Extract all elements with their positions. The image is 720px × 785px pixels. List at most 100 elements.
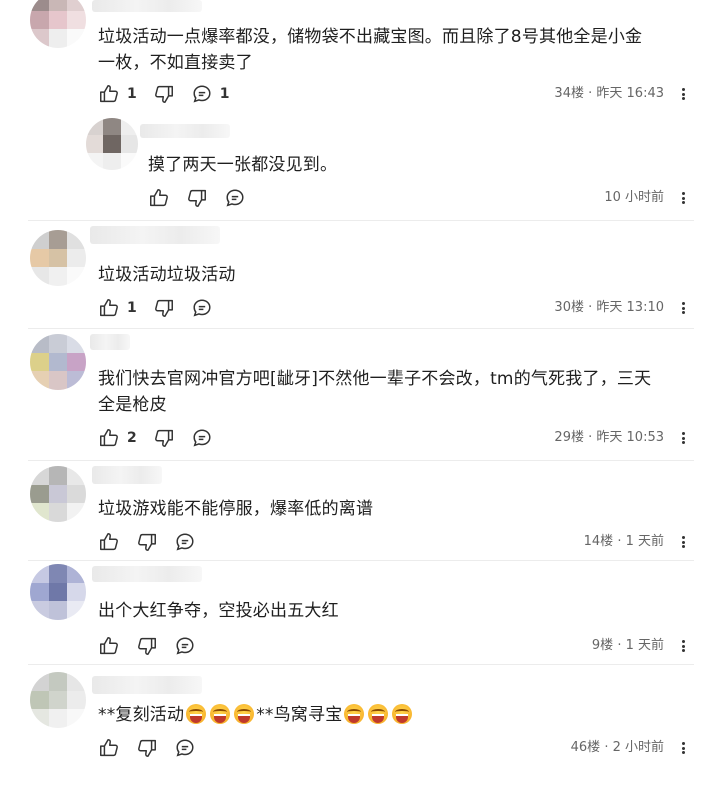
reply-button[interactable] [191, 427, 213, 449]
avatar[interactable] [30, 334, 86, 390]
comment-meta: 34楼 · 昨天 16:43 [554, 82, 664, 106]
avatar-pixel [48, 230, 68, 249]
dislike-button[interactable] [153, 83, 175, 105]
like-button[interactable]: 1 [98, 83, 137, 105]
like-button[interactable] [98, 635, 120, 657]
comment-item: 垃圾活动垃圾活动 1 30楼 · 昨天 13:10 [0, 220, 720, 328]
username-blurred [90, 334, 130, 350]
thumbs-up-icon [100, 533, 118, 551]
avatar-pixel [30, 334, 49, 353]
avatar-pixel [48, 10, 68, 30]
more-button[interactable] [676, 530, 690, 554]
reply-bubble-icon [176, 637, 194, 655]
like-button[interactable] [98, 737, 120, 759]
grin-emoji-icon [210, 704, 231, 724]
comment-item: **复刻活动 **鸟窝寻宝 46楼 · 2 小时前 [0, 664, 720, 785]
avatar[interactable] [30, 564, 86, 620]
comment-meta: 29楼 · 昨天 10:53 [554, 426, 664, 450]
floor-number: 29楼 [554, 430, 584, 445]
grin-emoji-icon [234, 704, 255, 724]
avatar[interactable] [86, 118, 138, 170]
reply-button[interactable] [224, 187, 246, 209]
avatar-pixel [30, 564, 49, 583]
avatar-pixel [48, 352, 68, 372]
dislike-button[interactable] [153, 427, 175, 449]
grin-emoji-icon [368, 704, 389, 724]
comment-text: 垃圾活动一点爆率都没，储物袋不出藏宝图。而且除了8号其他全是小金 一枚，不如直接… [98, 27, 643, 73]
more-button[interactable] [676, 186, 690, 210]
thumbs-up-icon [100, 85, 118, 103]
dislike-button[interactable] [136, 531, 158, 553]
dislike-button[interactable] [136, 737, 158, 759]
more-button[interactable] [676, 736, 690, 760]
avatar-pixel [67, 564, 86, 583]
dislike-button[interactable] [136, 635, 158, 657]
avatar-pixel [120, 152, 138, 170]
avatar-pixel [30, 709, 49, 728]
comment-actions [98, 736, 212, 760]
timestamp: 2 小时前 [612, 740, 664, 755]
reply-bubble-icon [193, 85, 211, 103]
reply-bubble-icon [193, 299, 211, 317]
more-button[interactable] [676, 82, 690, 106]
comment-meta: 10 小时前 [604, 186, 664, 210]
avatar-pixel [67, 466, 86, 485]
like-button[interactable]: 1 [98, 297, 137, 319]
thumbs-down-icon [154, 85, 173, 103]
dislike-button[interactable] [186, 187, 208, 209]
like-button[interactable] [98, 531, 120, 553]
more-vertical-icon [681, 741, 685, 756]
comment-meta: 46楼 · 2 小时前 [571, 736, 664, 760]
avatar-pixel [48, 248, 68, 268]
avatar-pixel [48, 709, 68, 728]
avatar[interactable] [30, 0, 86, 48]
avatar-pixel [67, 601, 86, 620]
grin-emoji-icon [186, 704, 207, 724]
avatar-pixel [48, 267, 68, 286]
avatar[interactable] [30, 672, 86, 728]
reply-button[interactable] [174, 635, 196, 657]
comment-meta: 14楼 · 1 天前 [584, 530, 664, 554]
reply-button[interactable]: 1 [191, 83, 230, 105]
thumbs-down-icon [138, 739, 156, 757]
avatar-pixel [48, 334, 68, 353]
like-count: 2 [127, 430, 137, 446]
floor-number: 34楼 [554, 86, 584, 101]
avatar[interactable] [30, 230, 86, 286]
more-button[interactable] [676, 634, 690, 658]
timestamp: 1 天前 [625, 534, 664, 549]
avatar-pixel [30, 466, 49, 485]
avatar-pixel [103, 152, 121, 170]
username-blurred [92, 0, 202, 12]
more-button[interactable] [676, 426, 690, 450]
comment-text: 摸了两天一张都没见到。 [148, 155, 338, 175]
avatar-pixel [30, 267, 49, 286]
avatar-pixel [48, 564, 68, 583]
like-button[interactable] [148, 187, 170, 209]
avatar-pixel [67, 709, 86, 728]
avatar-pixel [30, 10, 49, 30]
avatar-pixel [67, 230, 86, 249]
avatar-pixel [30, 230, 49, 249]
avatar-pixel [67, 29, 86, 48]
reply-button[interactable] [174, 737, 196, 759]
avatar-pixel [30, 582, 49, 602]
timestamp: 1 天前 [625, 638, 664, 653]
more-vertical-icon [681, 535, 685, 550]
avatar[interactable] [30, 466, 86, 522]
thumbs-up-icon [100, 637, 118, 655]
like-button[interactable]: 2 [98, 427, 137, 449]
separator-dot: · [588, 300, 593, 315]
avatar-pixel [67, 484, 86, 504]
more-button[interactable] [676, 296, 690, 320]
reply-button[interactable] [191, 297, 213, 319]
avatar-pixel [48, 503, 68, 522]
thumbs-up-icon [100, 739, 118, 757]
like-count: 1 [127, 86, 137, 102]
comment-actions: 1 [98, 296, 229, 320]
reply-bubble-icon [176, 739, 194, 757]
dislike-button[interactable] [153, 297, 175, 319]
comment-actions [98, 530, 212, 554]
reply-button[interactable] [174, 531, 196, 553]
comment-text: 我们快去官网冲官方吧[龇牙]不然他一辈子不会改，tm的气死我了，三天 全是枪皮 [98, 369, 652, 415]
